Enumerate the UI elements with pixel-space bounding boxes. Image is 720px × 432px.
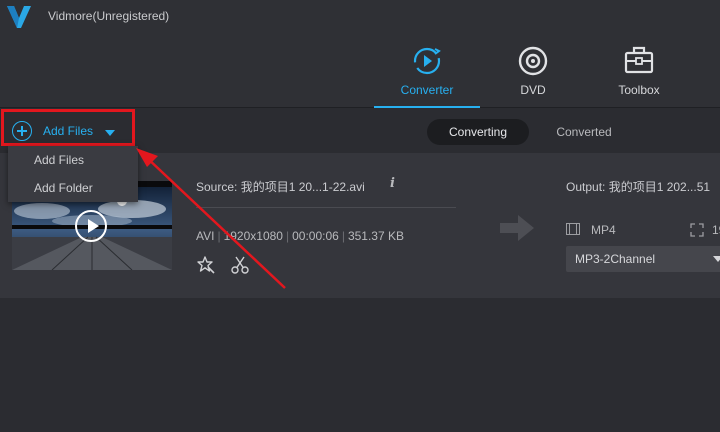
tab-converter-label: Converter	[400, 83, 454, 97]
output-profile-value: MP3-2Channel	[575, 252, 656, 266]
dvd-icon	[518, 46, 548, 76]
source-duration: 00:00:06	[292, 229, 339, 243]
tab-toolbox[interactable]: Toolbox	[586, 40, 692, 108]
play-icon[interactable]	[75, 210, 107, 242]
add-circle-icon	[12, 121, 32, 141]
output-format: MP4	[591, 223, 616, 237]
source-format: AVI	[196, 229, 215, 243]
resolution-expand-icon	[690, 223, 704, 237]
convert-arrow-icon	[500, 215, 534, 241]
file-metadata: AVI | 1920x1080 | 00:00:06 | 351.37 KB	[196, 229, 404, 243]
toolbox-icon	[624, 46, 654, 74]
chevron-down-icon	[713, 256, 720, 262]
top-header: Vidmore(Unregistered) Converter DVD Tool…	[0, 0, 720, 108]
tab-dvd[interactable]: DVD	[480, 40, 586, 108]
tab-toolbox-label: Toolbox	[618, 83, 660, 97]
add-files-label: Add Files	[43, 124, 94, 138]
menu-item-add-files[interactable]: Add Files	[8, 146, 138, 174]
enhance-wand-icon[interactable]	[196, 255, 216, 275]
info-icon[interactable]: i	[390, 176, 395, 191]
divider	[196, 207, 456, 208]
segment-converting[interactable]: Converting	[427, 119, 529, 145]
menu-item-add-folder[interactable]: Add Folder	[8, 174, 138, 202]
source-resolution: 1920x1080	[223, 229, 283, 243]
output-resolution: 19	[712, 223, 720, 237]
scissors-icon[interactable]	[230, 255, 250, 275]
source-filename: Source: 我的项目1 20...1-22.avi	[196, 180, 365, 194]
tab-converter[interactable]: Converter	[374, 40, 480, 108]
converter-icon	[413, 47, 441, 75]
output-profile-select[interactable]: MP3-2Channel	[566, 246, 720, 272]
output-filename: Output: 我的项目1 202...51	[566, 180, 711, 194]
vidmore-logo-icon	[7, 6, 31, 28]
add-files-menu: Add Files Add Folder	[8, 146, 138, 202]
source-size: 351.37 KB	[347, 229, 404, 243]
segment-converted[interactable]: Converted	[534, 119, 634, 145]
chevron-down-icon[interactable]	[105, 129, 116, 136]
app-title: Vidmore(Unregistered)	[48, 9, 170, 23]
add-files-button[interactable]: Add Files	[12, 120, 132, 142]
film-icon	[566, 223, 580, 235]
tab-dvd-label: DVD	[520, 83, 546, 97]
